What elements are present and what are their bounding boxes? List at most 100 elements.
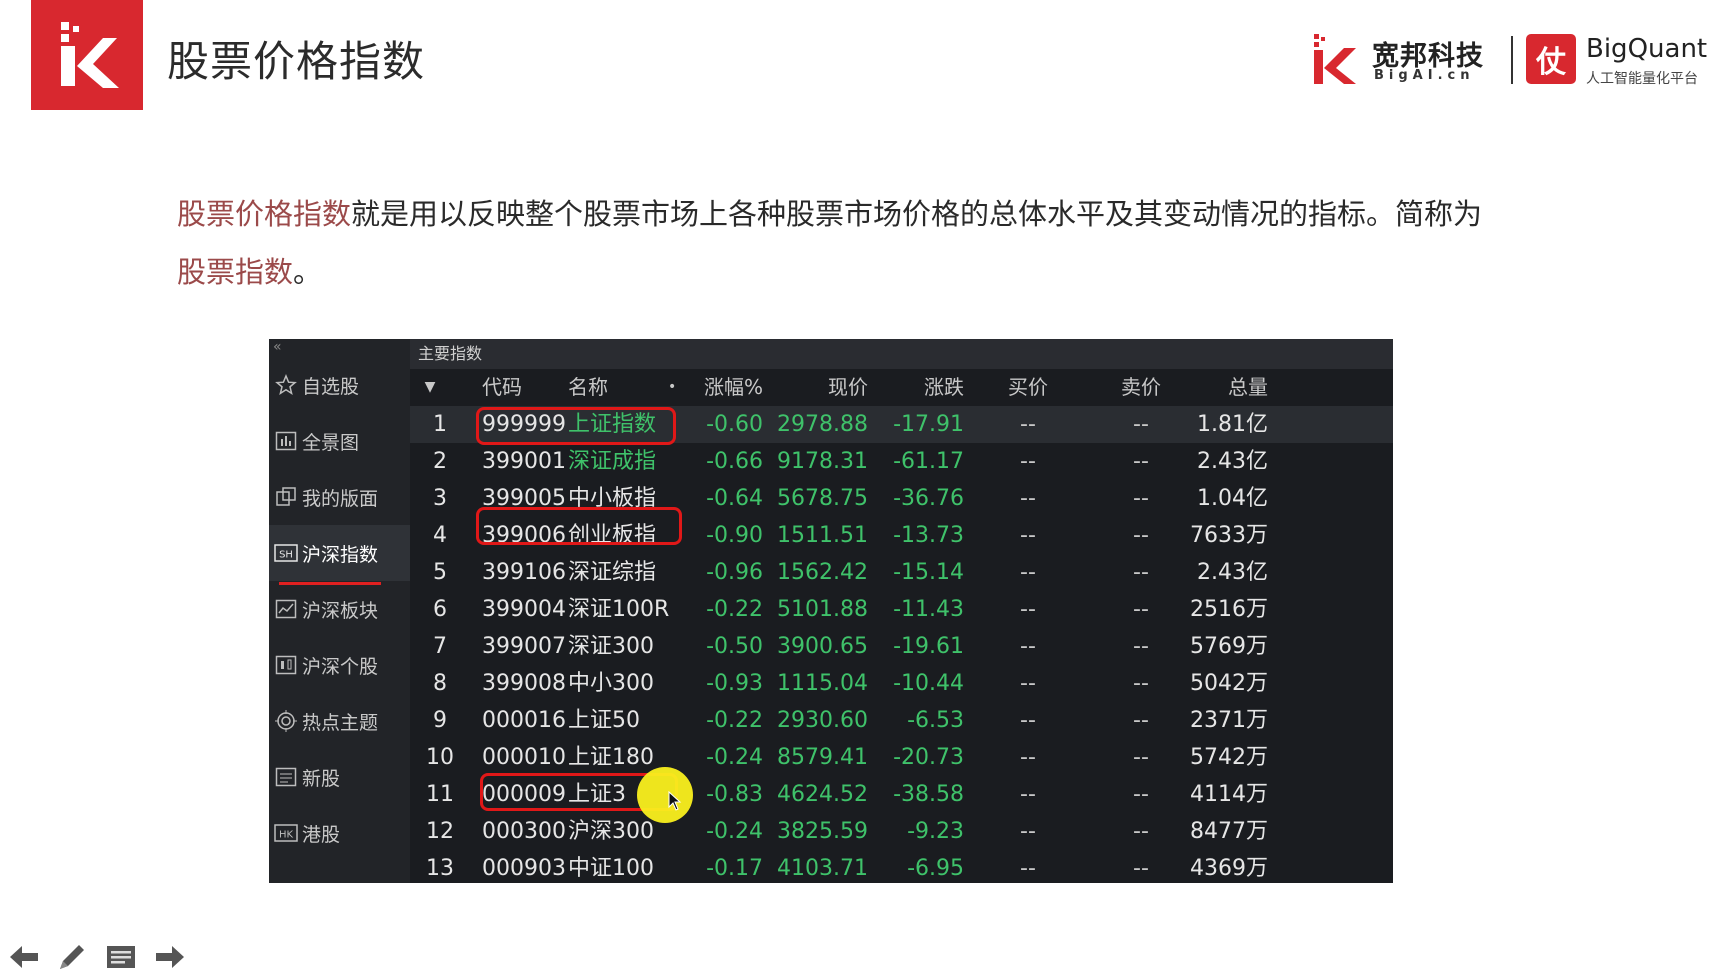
column-header-bid[interactable]: 买价 [995, 369, 1061, 406]
row-code: 399007 [482, 634, 566, 659]
column-header-pct[interactable]: 涨幅% [665, 369, 763, 406]
prev-slide-button[interactable] [7, 940, 41, 974]
row-bid: -- [1020, 449, 1036, 474]
row-volume: 4114万 [1190, 782, 1268, 807]
sidebar-item-ipo[interactable]: 新股 [269, 749, 410, 805]
sidebar-item-sectors[interactable]: 沪深板块 [269, 581, 410, 637]
intro-paragraph: 股票价格指数就是用以反映整个股票市场上各种股票市场价格的总体水平及其变动情况的指… [177, 185, 1497, 301]
quote-app-window: « 自选股 全景图 我的版面 SH 沪深指数 沪深板块 沪深个股 热点主题 新股… [269, 339, 1393, 883]
table-row[interactable]: 5 399106 深证综指 -0.96 1562.42 -15.14 -- -- 2.43亿 [410, 554, 1393, 591]
row-change: -10.44 [893, 671, 964, 696]
intro-body: 就是用以反映整个股票市场上各种股票市场价格的总体水平及其变动情况的指标。简称为 [351, 197, 1483, 231]
row-volume: 7633万 [1190, 523, 1268, 548]
sidebar-item-label: 新股 [302, 767, 341, 790]
sidebar-item-label: 全景图 [302, 431, 360, 454]
row-volume: 5042万 [1190, 671, 1268, 696]
table-row[interactable]: 7 399007 深证300 -0.50 3900.65 -19.61 -- -- 5769万 [410, 628, 1393, 665]
row-price: 3900.65 [777, 634, 868, 659]
table-row[interactable]: 13 000903 中证100 -0.17 4103.71 -6.95 -- -- 4369万 [410, 850, 1393, 883]
sidebar-item-panorama[interactable]: 全景图 [269, 413, 410, 469]
row-number: 12 [426, 819, 454, 844]
column-header-volume[interactable]: 总量 [1170, 369, 1268, 406]
brand-divider [1511, 36, 1513, 84]
row-code: 000300 [482, 819, 566, 844]
svg-text:HK: HK [279, 830, 294, 841]
row-volume: 1.04亿 [1197, 486, 1268, 511]
row-price: 2978.88 [777, 412, 868, 437]
sidebar-item-stocks[interactable]: 沪深个股 [269, 637, 410, 693]
row-ask: -- [1133, 671, 1149, 696]
svg-text:SH: SH [279, 550, 293, 561]
row-volume: 2516万 [1190, 597, 1268, 622]
row-change: -13.73 [893, 523, 964, 548]
brand-logos: 宽邦科技 BigAI.cn 仗 BigQuant 人工智能量化平台 [1310, 30, 1710, 90]
row-bid: -- [1020, 671, 1036, 696]
sidebar-item-hk[interactable]: HK 港股 [269, 805, 410, 861]
row-volume: 8477万 [1190, 819, 1268, 844]
column-header-code[interactable]: 代码 [482, 369, 522, 406]
table-row[interactable]: 9 000016 上证50 -0.22 2930.60 -6.53 -- -- 2371万 [410, 702, 1393, 739]
panel-title: 主要指数 [410, 339, 1393, 369]
row-volume: 5769万 [1190, 634, 1268, 659]
row-price: 3825.59 [777, 819, 868, 844]
row-name: 中证100 [568, 856, 654, 881]
next-slide-button[interactable] [153, 940, 187, 974]
sort-toggle[interactable]: ▼ [410, 369, 450, 406]
row-change: -61.17 [893, 449, 964, 474]
column-header-price[interactable]: 现价 [770, 369, 868, 406]
row-price: 5678.75 [777, 486, 868, 511]
row-name: 中小300 [568, 671, 654, 696]
row-volume: 1.81亿 [1197, 412, 1268, 437]
row-change: -9.23 [907, 819, 964, 844]
brand-secondary-mark: 仗 [1526, 34, 1576, 84]
slide-menu-button[interactable] [104, 940, 138, 974]
row-code: 399004 [482, 597, 566, 622]
row-bid: -- [1020, 560, 1036, 585]
row-volume: 2.43亿 [1197, 560, 1268, 585]
row-bid: -- [1020, 523, 1036, 548]
row-price: 4103.71 [777, 856, 868, 881]
row-name: 沪深300 [568, 819, 654, 844]
hk-badge-icon: HK [274, 821, 298, 845]
row-change: -17.91 [893, 412, 964, 437]
row-volume: 2371万 [1190, 708, 1268, 733]
candlestick-icon [274, 653, 298, 677]
collapse-sidebar-button[interactable]: « [273, 339, 282, 355]
pen-tool-button[interactable] [55, 940, 89, 974]
column-header-ask[interactable]: 卖价 [1108, 369, 1174, 406]
sidebar-item-watchlist[interactable]: 自选股 [269, 357, 410, 413]
row-ask: -- [1133, 523, 1149, 548]
brand-primary-domain: BigAI.cn [1374, 68, 1475, 83]
row-bid: -- [1020, 486, 1036, 511]
sidebar-item-index[interactable]: SH 沪深指数 [269, 525, 410, 581]
row-change: -15.14 [893, 560, 964, 585]
row-code: 399008 [482, 671, 566, 696]
row-bid: -- [1020, 634, 1036, 659]
sidebar-item-my-layout[interactable]: 我的版面 [269, 469, 410, 525]
row-price: 1511.51 [777, 523, 868, 548]
sidebar-item-label: 港股 [302, 823, 341, 846]
brand-k-icon [1314, 34, 1356, 84]
row-name: 深证综指 [568, 560, 657, 585]
row-change-percent: -0.60 [706, 412, 763, 437]
row-number: 10 [426, 745, 454, 770]
row-price: 4624.52 [777, 782, 868, 807]
row-price: 8579.41 [777, 745, 868, 770]
column-header-name[interactable]: 名称 [568, 369, 608, 406]
row-number: 8 [433, 671, 447, 696]
cursor-highlight [637, 767, 693, 823]
row-ask: -- [1133, 634, 1149, 659]
table-row[interactable]: 10 000010 上证180 -0.24 8579.41 -20.73 -- -- 5742万 [410, 739, 1393, 776]
table-row[interactable]: 12 000300 沪深300 -0.24 3825.59 -9.23 -- -- 8477万 [410, 813, 1393, 850]
table-row[interactable]: 8 399008 中小300 -0.93 1115.04 -10.44 -- -- 5042万 [410, 665, 1393, 702]
column-header-change[interactable]: 涨跌 [868, 369, 964, 406]
row-number: 13 [426, 856, 454, 881]
table-row[interactable]: 2 399001 深证成指 -0.66 9178.31 -61.17 -- -- 2.43亿 [410, 443, 1393, 480]
row-code: 000903 [482, 856, 566, 881]
sidebar-item-hot-topics[interactable]: 热点主题 [269, 693, 410, 749]
table-row[interactable]: 6 399004 深证100R -0.22 5101.88 -11.43 -- -- 2516万 [410, 591, 1393, 628]
table-header: ▼ 代码 名称 • 涨幅% 现价 涨跌 买价 卖价 总量 [410, 369, 1393, 406]
sidebar: « 自选股 全景图 我的版面 SH 沪深指数 沪深板块 沪深个股 热点主题 新股… [269, 339, 410, 883]
sidebar-item-label: 我的版面 [302, 487, 379, 510]
row-change: -11.43 [893, 597, 964, 622]
